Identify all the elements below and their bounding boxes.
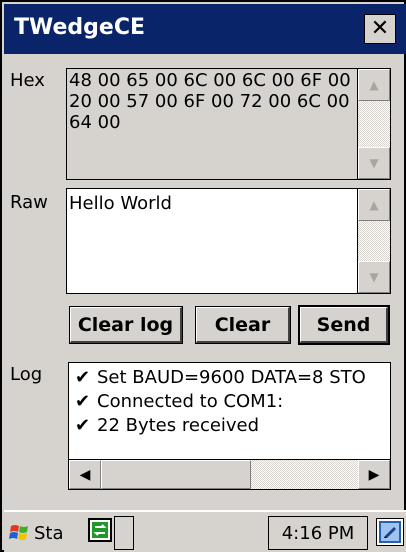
checkmark-icon: ✔ (75, 367, 91, 388)
raw-label: Raw (10, 192, 48, 213)
clear-button[interactable]: Clear (195, 306, 291, 344)
activesync-button[interactable] (88, 518, 112, 542)
raw-scroll-down-button[interactable]: ▼ (358, 261, 390, 293)
raw-vertical-scrollbar[interactable]: ▲ ▼ (357, 189, 390, 293)
log-label: Log (10, 364, 43, 385)
taskbar-separator (114, 516, 134, 550)
clear-log-button[interactable]: Clear log (69, 306, 183, 344)
raw-input[interactable]: Hello World ▲ ▼ (66, 188, 391, 294)
log-item-text: Connected to COM1: (97, 391, 284, 412)
send-button[interactable]: Send (298, 305, 390, 345)
hex-label: Hex (10, 70, 45, 91)
log-item[interactable]: ✔ Connected to COM1: (75, 391, 283, 413)
log-scroll-right-button[interactable]: ▶ (358, 460, 390, 489)
up-arrow-icon: ▲ (369, 78, 379, 92)
clock[interactable]: 4:16 PM (268, 516, 368, 550)
down-arrow-icon: ▼ (369, 156, 379, 170)
windows-flag-icon (9, 525, 28, 540)
hex-value: 48 00 65 00 6C 00 6C 00 6F 00 20 00 57 0… (69, 70, 357, 133)
close-icon: ✕ (370, 16, 390, 41)
checkmark-icon: ✔ (75, 391, 91, 412)
raw-scroll-up-button[interactable]: ▲ (358, 189, 390, 221)
down-arrow-icon: ▼ (369, 270, 379, 284)
window-title: TWedgeCE (14, 15, 146, 40)
raw-value: Hello World (69, 193, 172, 214)
left-arrow-icon: ◀ (79, 466, 91, 483)
log-item[interactable]: ✔ Set BAUD=9600 DATA=8 STO (75, 367, 366, 389)
title-bar: TWedgeCE ✕ (4, 4, 406, 54)
start-button[interactable]: Sta (8, 518, 64, 548)
hex-field[interactable]: 48 00 65 00 6C 00 6C 00 6F 00 20 00 57 0… (66, 68, 391, 180)
sync-icon (92, 522, 108, 538)
hex-scroll-up-button[interactable]: ▲ (358, 69, 390, 101)
log-item-text: 22 Bytes received (97, 415, 260, 436)
taskbar: Sta 4:16 PM (4, 510, 406, 552)
close-button[interactable]: ✕ (364, 14, 396, 44)
app-window: TWedgeCE ✕ Hex 48 00 65 00 6C 00 6C 00 6… (0, 0, 406, 552)
start-label: Sta (34, 522, 64, 544)
log-horizontal-scrollbar[interactable]: ◀ ▶ (69, 459, 390, 489)
checkmark-icon: ✔ (75, 415, 91, 436)
hex-scroll-down-button[interactable]: ▼ (358, 147, 390, 179)
up-arrow-icon: ▲ (369, 198, 379, 212)
log-scroll-left-button[interactable]: ◀ (69, 460, 101, 489)
log-list[interactable]: ✔ Set BAUD=9600 DATA=8 STO ✔ Connected to … (68, 362, 391, 490)
input-panel-icon (379, 521, 401, 543)
log-item-text: Set BAUD=9600 DATA=8 STO (97, 367, 366, 388)
log-item[interactable]: ✔ 22 Bytes received (75, 415, 259, 437)
hex-vertical-scrollbar[interactable]: ▲ ▼ (357, 69, 390, 179)
input-panel-button[interactable] (376, 518, 404, 546)
right-arrow-icon: ▶ (368, 466, 380, 483)
log-scroll-thumb[interactable] (101, 460, 251, 489)
